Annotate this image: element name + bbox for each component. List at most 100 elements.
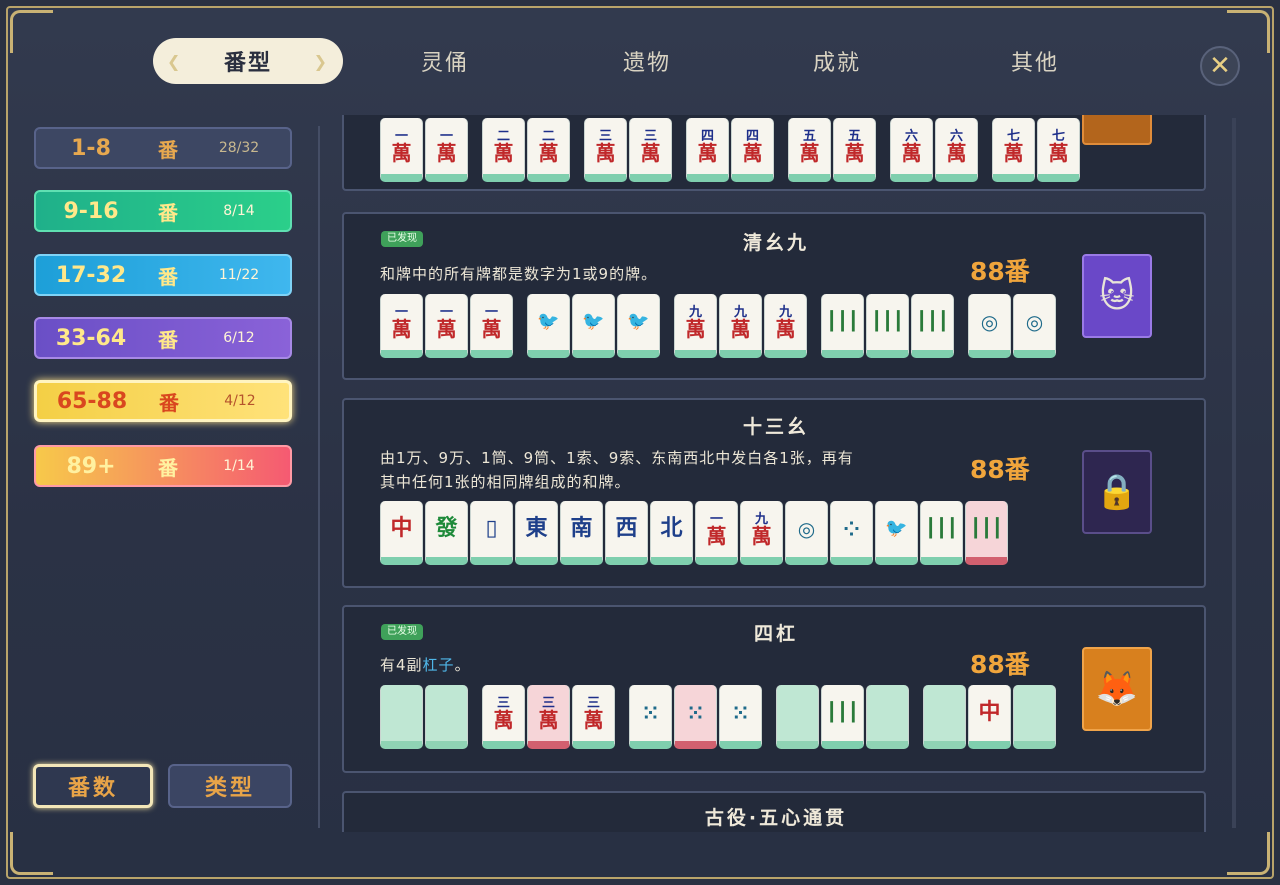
mahjong-tile: 東 <box>515 501 558 565</box>
spirit-portrait[interactable] <box>1082 115 1152 145</box>
top-tabs: 番型 灵俑 遗物 成就 其他 <box>150 38 1130 86</box>
fan-title: 古役·五心通贯 <box>704 807 848 829</box>
fan-value: 88番 <box>970 650 1030 679</box>
mahjong-tile: 三萬 <box>482 685 525 749</box>
category-fan-label: 番 <box>158 137 178 162</box>
facedown-tile <box>380 685 423 749</box>
fan-type-list[interactable]: 一萬 一萬 二萬 二萬 三萬 三萬 四萬 四萬 五萬 五萬 六萬 六萬 七萬 七… <box>342 115 1208 832</box>
frame-corner-ornament <box>10 10 53 53</box>
fan-description: 由1万、9万、1筒、9筒、1索、9索、东南西北中发白各1张，再有 其中任何1张的… <box>380 449 854 491</box>
mahjong-tile: 中 <box>968 685 1011 749</box>
frame-corner-ornament <box>10 832 53 875</box>
five-circle-tile-icon: ⁙ <box>674 685 717 749</box>
tab-fan-types[interactable]: 番型 <box>153 38 343 84</box>
sort-by-type-button[interactable]: 类型 <box>168 764 292 808</box>
category-17-32[interactable]: 17-32 番 11/22 <box>34 254 292 296</box>
category-count: 4/12 <box>224 393 256 409</box>
mahjong-tile: 北 <box>650 501 693 565</box>
facedown-tile <box>1013 685 1056 749</box>
mahjong-tile: 六萬 <box>935 118 978 182</box>
fan-card[interactable]: 一萬 一萬 二萬 二萬 三萬 三萬 四萬 四萬 五萬 五萬 六萬 六萬 七萬 七… <box>342 115 1206 191</box>
category-fan-label: 番 <box>159 390 179 415</box>
bamboo-tile-icon: ┃┃┃ <box>821 294 864 358</box>
fan-value: 88番 <box>970 455 1030 484</box>
mahjong-tile: 二萬 <box>482 118 525 182</box>
cat-spirit-icon[interactable]: 🐱 <box>1082 254 1152 338</box>
category-1-8[interactable]: 1-8 番 28/32 <box>34 127 292 169</box>
fan-title: 清幺九 <box>742 232 809 254</box>
fan-card-si-gang[interactable]: 已发现 四杠 有4副杠子。 88番 🦊 三萬 三萬 三萬 ⁙ ⁙ ⁙ ┃┃┃ 中 <box>342 605 1206 773</box>
bamboo-tile-icon: ┃┃┃ <box>920 501 963 565</box>
mahjong-tile: 發 <box>425 501 468 565</box>
fan-card-gu-yi[interactable]: 古役·五心通贯 <box>342 791 1206 832</box>
category-count: 28/32 <box>218 140 260 156</box>
category-range: 89+ <box>66 453 116 479</box>
category-89-plus[interactable]: 89+ 番 1/14 <box>34 445 292 487</box>
fox-mask-icon[interactable]: 🦊 <box>1082 647 1152 731</box>
mahjong-tile: 五萬 <box>788 118 831 182</box>
fan-title: 四杠 <box>753 623 798 645</box>
category-33-64[interactable]: 33-64 番 6/12 <box>34 317 292 359</box>
mahjong-tile: 一萬 <box>380 294 423 358</box>
five-circle-tile-icon: ⁙ <box>629 685 672 749</box>
fan-title: 十三幺 <box>742 416 809 438</box>
frame-corner-ornament <box>1227 10 1270 53</box>
category-range: 17-32 <box>55 262 127 288</box>
mahjong-tile: 三萬 <box>584 118 627 182</box>
fan-card-shi-san-yao[interactable]: 十三幺 由1万、9万、1筒、9筒、1索、9索、东南西北中发白各1张，再有 其中任… <box>342 398 1206 588</box>
mahjong-tile: 三萬 <box>629 118 672 182</box>
mahjong-tile: 七萬 <box>1037 118 1080 182</box>
mahjong-tile: 五萬 <box>833 118 876 182</box>
tab-spirit-figures[interactable]: 灵俑 <box>350 38 540 84</box>
mahjong-tile: 南 <box>560 501 603 565</box>
circle-tile-icon: ◎ <box>1013 294 1056 358</box>
bird-tile-icon: 🐦 <box>617 294 660 358</box>
mahjong-tile: 七萬 <box>992 118 1035 182</box>
tile-row: 一萬 一萬 一萬 🐦 🐦 🐦 九萬 九萬 九萬 ┃┃┃ ┃┃┃ ┃┃┃ ◎ ◎ <box>380 294 1058 358</box>
mahjong-tile: 三萬 <box>527 685 570 749</box>
mahjong-tile: 九萬 <box>764 294 807 358</box>
bamboo-tile-icon: ┃┃┃ <box>821 685 864 749</box>
mahjong-tile: 九萬 <box>674 294 717 358</box>
facedown-tile <box>866 685 909 749</box>
scrollbar[interactable] <box>1232 118 1236 828</box>
circle-tile-icon: ◎ <box>968 294 1011 358</box>
close-button[interactable]: ✕ <box>1200 46 1240 86</box>
category-fan-label: 番 <box>158 264 178 289</box>
tab-relics[interactable]: 遗物 <box>552 38 742 84</box>
tab-others[interactable]: 其他 <box>940 38 1130 84</box>
frame-corner-ornament <box>1227 832 1270 875</box>
category-count: 11/22 <box>218 267 260 283</box>
category-fan-label: 番 <box>158 200 178 225</box>
tile-row: 中 發 ▯ 東 南 西 北 一萬 九萬 ◎ ⁘ 🐦 ┃┃┃ ┃┃┃ <box>380 501 1010 565</box>
close-icon: ✕ <box>1209 51 1231 81</box>
mahjong-tile: 一萬 <box>425 118 468 182</box>
facedown-tile <box>923 685 966 749</box>
fan-description: 和牌中的所有牌都是数字为1或9的牌。 <box>380 265 658 283</box>
sort-by-fan-button[interactable]: 番数 <box>33 764 153 808</box>
nine-circle-tile-icon: ⁘ <box>830 501 873 565</box>
facedown-tile <box>425 685 468 749</box>
white-dragon-tile-icon: ▯ <box>470 501 513 565</box>
mahjong-tile: 九萬 <box>719 294 762 358</box>
category-count: 8/14 <box>223 203 255 219</box>
category-range: 65-88 <box>56 388 128 414</box>
fan-card-qing-yao-jiu[interactable]: 已发现 清幺九 和牌中的所有牌都是数字为1或9的牌。 88番 🐱 一萬 一萬 一… <box>342 212 1206 380</box>
circle-tile-icon: ◎ <box>785 501 828 565</box>
mahjong-tile: 一萬 <box>380 118 423 182</box>
mahjong-tile: 一萬 <box>470 294 513 358</box>
facedown-tile <box>776 685 819 749</box>
tile-row: 三萬 三萬 三萬 ⁙ ⁙ ⁙ ┃┃┃ 中 <box>380 685 1058 749</box>
category-range: 1-8 <box>71 135 111 161</box>
locked-lock-icon[interactable]: 🔒 <box>1082 450 1152 534</box>
mahjong-tile: 一萬 <box>425 294 468 358</box>
category-65-88[interactable]: 65-88 番 4/12 <box>34 380 292 422</box>
category-count: 6/12 <box>223 330 255 346</box>
category-fan-label: 番 <box>158 455 178 480</box>
category-9-16[interactable]: 9-16 番 8/14 <box>34 190 292 232</box>
mahjong-tile: 九萬 <box>740 501 783 565</box>
mahjong-tile: 三萬 <box>572 685 615 749</box>
tab-achievements[interactable]: 成就 <box>742 38 932 84</box>
bird-tile-icon: 🐦 <box>527 294 570 358</box>
category-fan-label: 番 <box>158 327 178 352</box>
